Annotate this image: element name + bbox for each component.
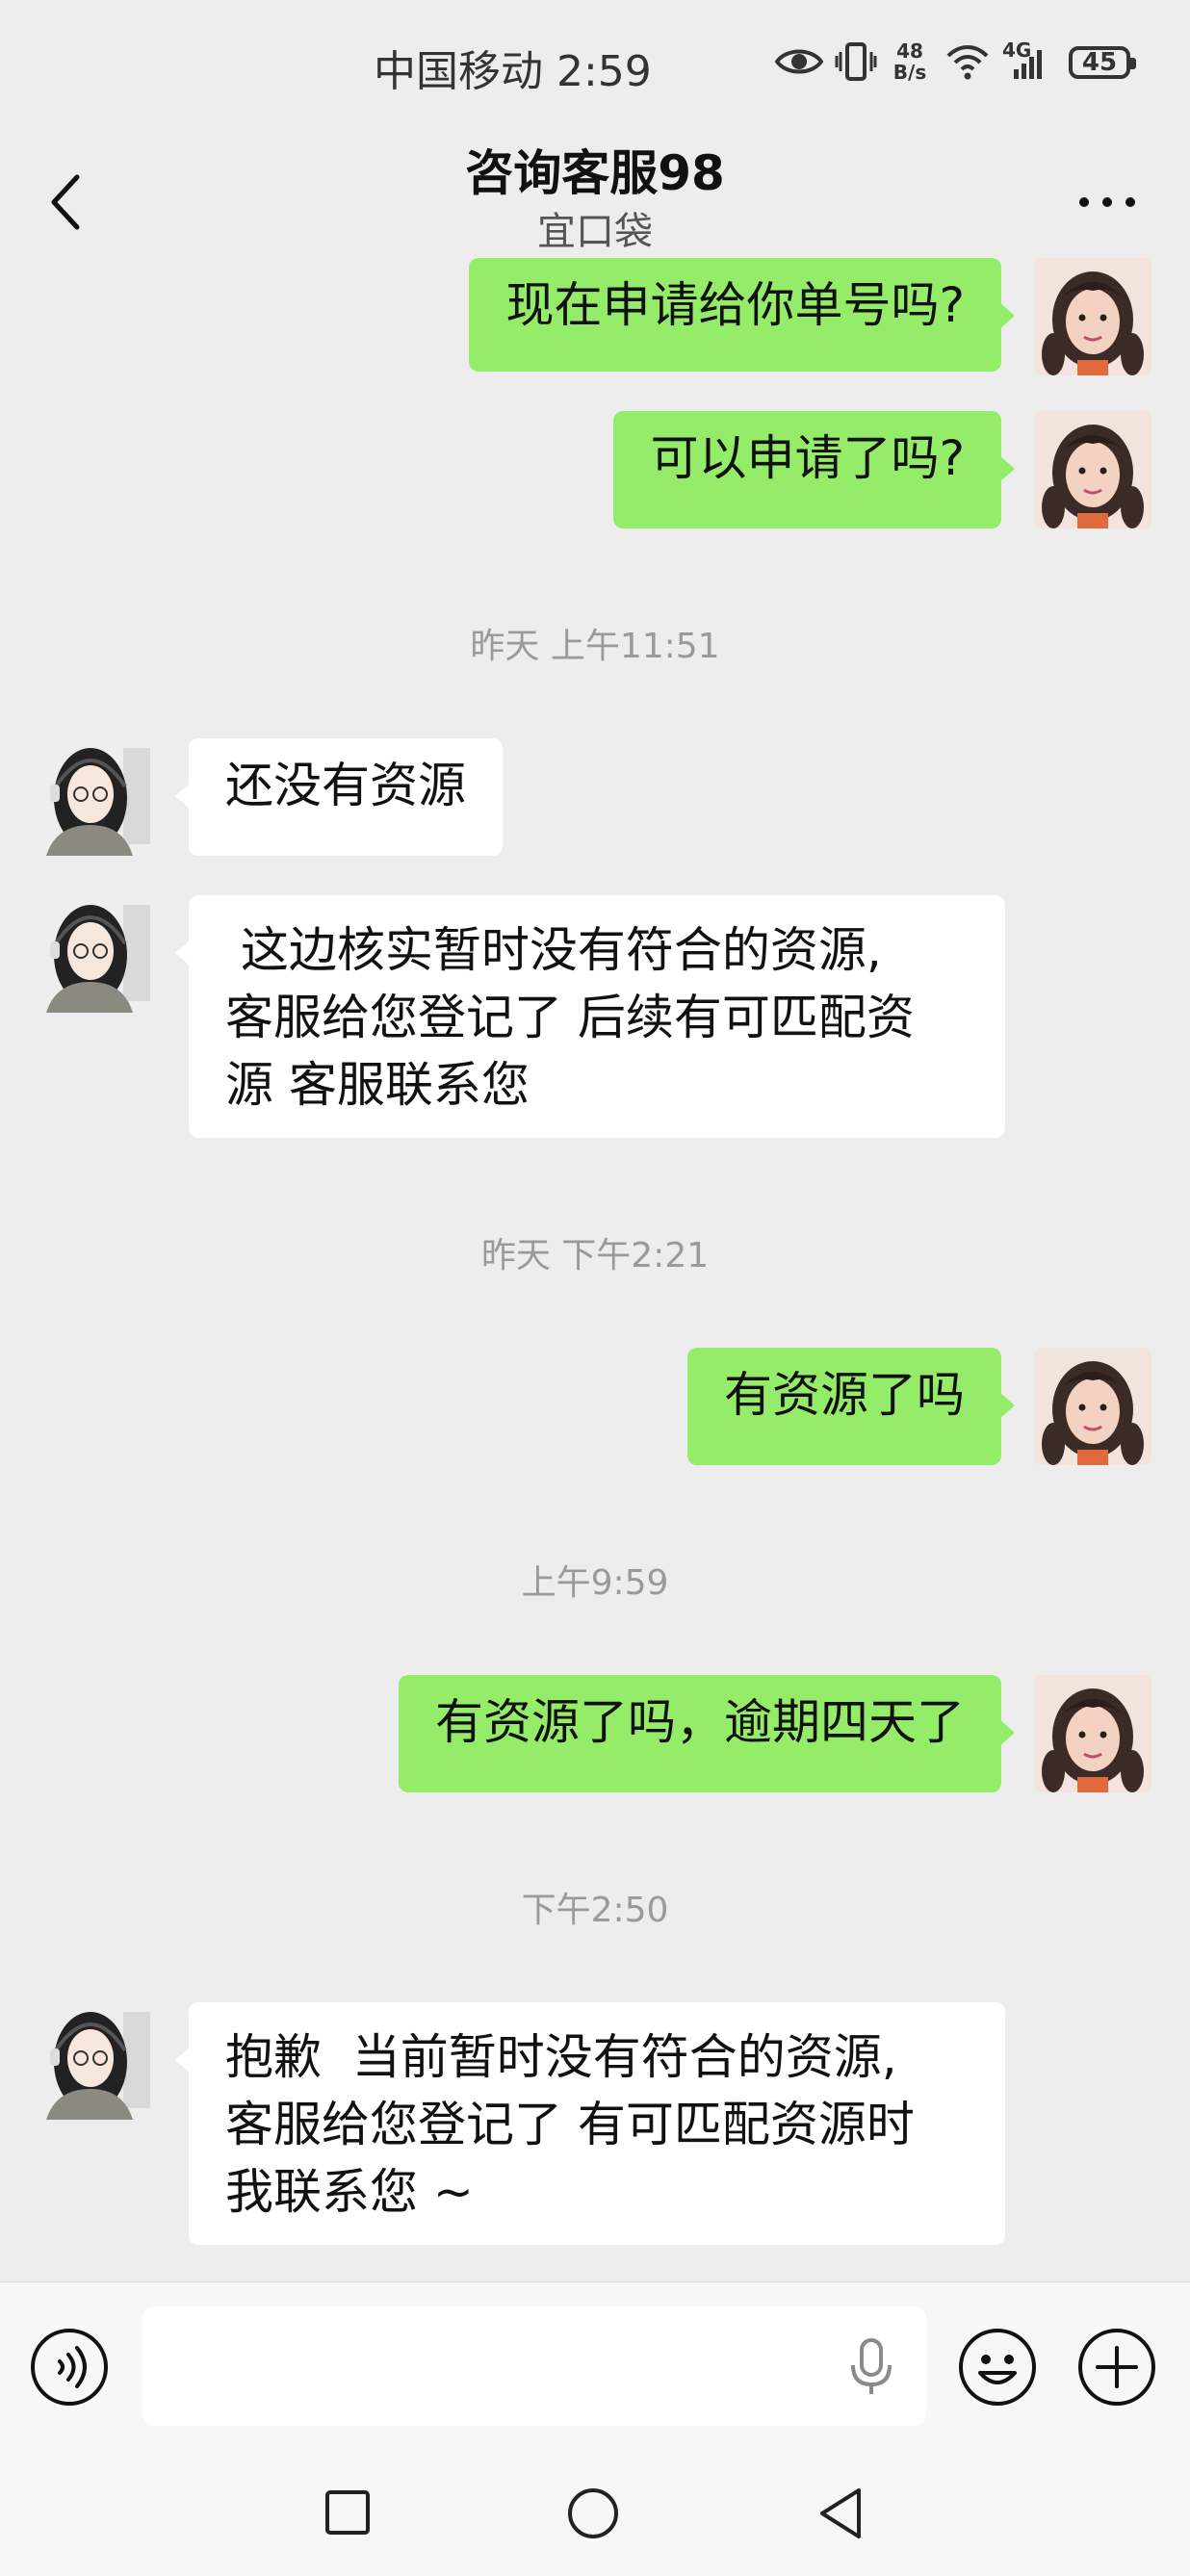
my-avatar[interactable] (1034, 1675, 1151, 1792)
chat-title: 咨询客服98 (465, 145, 725, 201)
vibrate-icon (835, 42, 877, 81)
composer-bar (0, 2281, 1190, 2451)
chat-subtitle: 宜口袋 (537, 210, 653, 254)
plus-icon[interactable] (1076, 2327, 1157, 2408)
incoming-message[interactable]: 还没有资源 (175, 738, 503, 856)
timestamp: 昨天 下午2:21 (480, 1236, 710, 1275)
mic-icon[interactable] (847, 2336, 895, 2398)
carrier-time: 中国移动 2:59 (374, 47, 652, 96)
outgoing-message[interactable]: 有资源了吗，逾期四天了 (399, 1675, 1015, 1792)
outgoing-message[interactable]: 现在申请给你单号吗? (469, 258, 1015, 372)
service-avatar[interactable] (37, 738, 154, 856)
emoji-icon[interactable] (957, 2327, 1038, 2408)
system-navigation-bar (0, 2450, 1190, 2576)
timestamp: 昨天 上午11:51 (470, 627, 720, 666)
eye-icon (775, 49, 823, 74)
home-icon[interactable] (566, 2486, 620, 2540)
my-avatar[interactable] (1034, 411, 1151, 528)
voice-icon[interactable] (29, 2327, 110, 2408)
outgoing-message[interactable]: 可以申请了吗? (613, 411, 1015, 528)
service-avatar[interactable] (37, 2002, 154, 2120)
incoming-message[interactable]: 这边核实暂时没有符合的资源, 客服给您登记了 后续有可匹配资 源 客服联系您 (175, 895, 1005, 1138)
net-speed: 48 B/s (892, 39, 927, 84)
battery-indicator: 45 (1069, 46, 1136, 79)
recent-apps-icon[interactable] (323, 2488, 372, 2537)
message-input[interactable] (142, 2306, 926, 2426)
signal-icon (1014, 50, 1042, 79)
back-triangle-icon[interactable] (816, 2486, 867, 2540)
service-avatar[interactable] (37, 895, 154, 1013)
status-bar: 中国移动 2:59 48 B/s 4G 45 (0, 0, 1190, 125)
my-avatar[interactable] (1034, 1348, 1151, 1465)
wifi-icon (946, 45, 989, 80)
outgoing-message[interactable]: 有资源了吗 (687, 1348, 1015, 1465)
more-dots-icon[interactable] (1069, 183, 1146, 221)
chat-header: 咨询客服98 宜口袋 (0, 125, 1190, 265)
timestamp: 下午2:50 (521, 1891, 669, 1930)
incoming-message[interactable]: 抱歉 当前暂时没有符合的资源, 客服给您登记了 有可匹配资源时 我联系您 ~ (175, 2002, 1005, 2245)
timestamp: 上午9:59 (521, 1563, 669, 1603)
my-avatar[interactable] (1034, 258, 1151, 375)
